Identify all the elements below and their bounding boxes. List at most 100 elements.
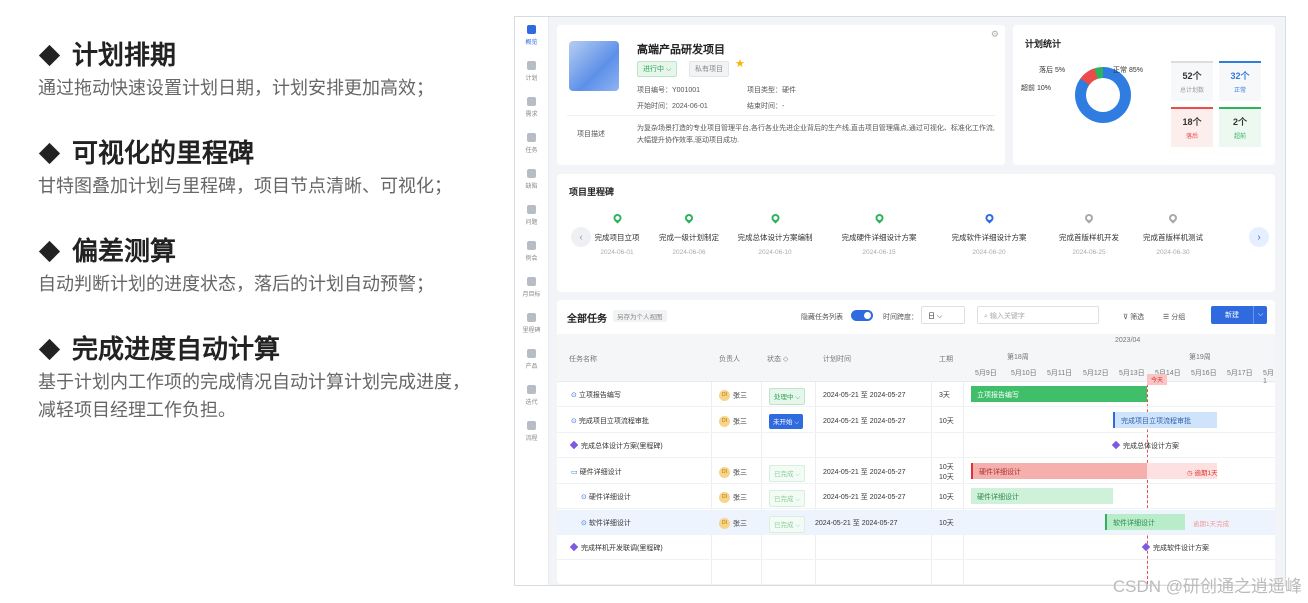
stats-donut-chart bbox=[1075, 67, 1131, 123]
feature-title: 偏差测算 bbox=[72, 236, 177, 266]
hide-list-toggle[interactable] bbox=[851, 310, 873, 321]
gear-icon[interactable]: ⚙ bbox=[991, 29, 999, 40]
project-info-card: 高端产品研发项目 进行中 ⌵ 私有项目 ★ ⚙ 项目编号：Y001001 项目类… bbox=[557, 25, 1005, 165]
feature-desc: 基于计划内工作项的完成情况自动计算计划完成进度，减轻项目经理工作负担。 bbox=[38, 372, 470, 420]
gantt-milestone[interactable]: 完成总体设计方案 bbox=[1111, 440, 1179, 451]
location-pin-icon bbox=[1167, 212, 1179, 224]
new-button[interactable]: 新建 ⌵ bbox=[1211, 306, 1267, 324]
flow-icon bbox=[527, 420, 536, 430]
feature-item: 偏差测算 自动判断计划的进度状态，落后的计划自动预警； bbox=[38, 234, 478, 298]
diamond-bullet-icon bbox=[38, 142, 61, 164]
table-row[interactable]: ⊙ 立项报告编写 DI 张三 处理中 ⌵ 2024-05-21 至 2024-05-27… bbox=[557, 382, 1275, 407]
gantt-bar[interactable]: 硬件详细设计 bbox=[971, 488, 1113, 504]
diamond-bullet-icon bbox=[38, 44, 61, 66]
col-owner[interactable]: 负责人 bbox=[719, 354, 740, 364]
requirements-icon bbox=[527, 96, 536, 106]
day-label: 5月11日 bbox=[1047, 370, 1073, 377]
table-row[interactable]: 完成总体设计方案(里程碑) 完成总体设计方案 bbox=[557, 433, 1275, 458]
filter-button[interactable]: ⊽ 筛选 bbox=[1123, 312, 1144, 322]
search-input[interactable]: ⌕ 输入关键字 bbox=[977, 306, 1099, 324]
feature-title: 完成进度自动计算 bbox=[72, 334, 281, 364]
milestone-item[interactable]: 完成硬件详细设计方案 2024-06-15 bbox=[842, 212, 917, 256]
gantt-bar[interactable]: 立项报告编写 bbox=[971, 386, 1147, 402]
milestone-diamond-icon bbox=[569, 440, 579, 450]
project-start: 开始时间：2024-06-01 bbox=[637, 103, 708, 110]
status-select[interactable]: 已完成 ⌵ bbox=[769, 490, 806, 507]
sidebar-item-tasks[interactable]: 任务 bbox=[515, 125, 548, 161]
watermark: CSDN @研创通之逍遥峰 bbox=[1112, 577, 1302, 596]
table-row[interactable]: 完成样机开发联调(里程碑) 完成软件设计方案 bbox=[557, 535, 1275, 560]
sidebar-item-defects[interactable]: 缺陷 bbox=[515, 161, 548, 197]
diamond-bullet-icon bbox=[38, 338, 61, 360]
location-pin-icon bbox=[873, 212, 885, 224]
table-row[interactable]: ▭ 硬件详细设计 DI 张三 已完成 ⌵ 2024-05-21 至 2024-05-27… bbox=[557, 459, 1275, 484]
table-row[interactable]: ⊙ 完成项目立项流程审批 DI 张三 未开始 ⌵ 2024-05-21 至 2024-0… bbox=[557, 408, 1275, 433]
milestone-diamond-icon bbox=[1111, 440, 1121, 450]
sidebar-item-flow[interactable]: 流程 bbox=[515, 413, 548, 449]
plan-time-cell: 2024-05-21 至 2024-05-27 bbox=[815, 519, 898, 527]
plan-time-cell: 2024-05-21 至 2024-05-27 bbox=[823, 494, 906, 501]
avatar: DI bbox=[719, 517, 730, 529]
group-button[interactable]: ☰ 分组 bbox=[1163, 312, 1185, 322]
week-19-label: 第19周 bbox=[1189, 354, 1211, 361]
status-select[interactable]: 处理中 ⌵ bbox=[769, 388, 806, 405]
avatar: DI bbox=[719, 390, 730, 401]
day-label: 5月16日 bbox=[1191, 370, 1217, 377]
span-label: 时间跨度： bbox=[883, 314, 918, 321]
stat-normal: 32个 正常 bbox=[1219, 61, 1261, 101]
chevron-down-icon[interactable]: ⌵ bbox=[1253, 306, 1267, 324]
location-pin-icon: ⊙ bbox=[571, 417, 577, 425]
group-icon: ☰ bbox=[1163, 314, 1172, 321]
col-status[interactable]: 状态 ◇ bbox=[767, 354, 788, 364]
sidebar-item-milestones[interactable]: 里程碑 bbox=[515, 305, 548, 341]
table-row[interactable]: ⊙ 软件详细设计 DI 张三 已完成 ⌵ 2024-05-21 至 2024-05-27… bbox=[557, 509, 1275, 535]
save-view-button[interactable]: 另存为个人视图 bbox=[613, 310, 667, 322]
sidebar-item-plan[interactable]: 计划 bbox=[515, 53, 548, 89]
sidebar-item-monthly-goals[interactable]: 月目标 bbox=[515, 269, 548, 305]
task-name-cell: ⊙ 硬件详细设计 bbox=[581, 494, 631, 501]
star-icon[interactable]: ★ bbox=[735, 57, 745, 70]
sidebar-item-iterations[interactable]: 迭代 bbox=[515, 377, 548, 413]
folder-icon: ▭ bbox=[571, 468, 578, 476]
table-row[interactable]: ⊙ 硬件详细设计 DI 张三 已完成 ⌵ 2024-05-21 至 2024-05-27… bbox=[557, 484, 1275, 509]
prev-arrow-icon[interactable]: ‹ bbox=[571, 227, 591, 247]
task-name-cell: ⊙ 立项报告编写 bbox=[571, 392, 621, 399]
gantt-bar[interactable]: 完成项目立项流程审批 bbox=[1113, 411, 1217, 428]
feature-item: 可视化的里程碑 甘特图叠加计划与里程碑，项目节点清晰、可视化； bbox=[38, 136, 478, 200]
sidebar-item-meetings[interactable]: 例会 bbox=[515, 233, 548, 269]
col-plan-time[interactable]: 计划时间 bbox=[823, 354, 851, 364]
duration-cell: 10天 bbox=[939, 494, 954, 501]
milestone-item[interactable]: 完成一级计划制定 2024-06-06 bbox=[659, 212, 719, 256]
status-select[interactable]: 已完成 ⌵ bbox=[769, 515, 806, 533]
milestone-item[interactable]: 完成总体设计方案编制 2024-06-10 bbox=[738, 212, 813, 256]
duration-cell: 3天 bbox=[939, 392, 950, 399]
milestone-item[interactable]: 完成首版样机开发 2024-06-25 bbox=[1059, 212, 1119, 256]
sidebar-item-products[interactable]: 产品 bbox=[515, 341, 548, 377]
gantt-bar[interactable]: 软件详细设计 bbox=[1105, 513, 1185, 530]
location-pin-icon bbox=[1083, 212, 1095, 224]
stat-ahead: 2个 超前 bbox=[1219, 107, 1261, 147]
milestone-item[interactable]: 完成首版样机测试 2024-06-30 bbox=[1143, 212, 1203, 256]
sidebar-item-overview[interactable]: 概览 bbox=[515, 17, 548, 53]
col-duration[interactable]: 工期 bbox=[939, 354, 953, 364]
status-select[interactable]: 已完成 ⌵ bbox=[769, 464, 806, 482]
iteration-icon bbox=[527, 384, 536, 394]
status-select[interactable]: 未开始 ⌵ bbox=[769, 413, 804, 429]
col-task-name[interactable]: 任务名称 bbox=[569, 354, 597, 364]
feature-desc: 甘特图叠加计划与里程碑，项目节点清晰、可视化； bbox=[38, 176, 452, 196]
sidebar: 概览 计划 需求 任务 缺陷 问题 例会 月目标 里程碑 产品 迭代 流程 bbox=[515, 17, 549, 585]
span-select[interactable]: 日 ⌵ bbox=[921, 306, 965, 324]
gantt-milestone[interactable]: 完成软件设计方案 bbox=[1141, 542, 1209, 553]
sidebar-item-requirements[interactable]: 需求 bbox=[515, 89, 548, 125]
desc-label: 项目描述 bbox=[577, 131, 605, 138]
feature-title: 可视化的里程碑 bbox=[72, 138, 255, 168]
next-arrow-icon[interactable]: › bbox=[1249, 227, 1269, 247]
milestone-item[interactable]: 完成项目立项 2024-06-01 bbox=[595, 212, 640, 256]
divider bbox=[567, 115, 995, 116]
stat-total: 52个 总计划数 bbox=[1171, 61, 1213, 101]
sidebar-item-issues[interactable]: 问题 bbox=[515, 197, 548, 233]
milestone-item[interactable]: 完成软件详细设计方案 2024-06-20 bbox=[952, 212, 1027, 256]
gantt-bar[interactable]: 硬件详细设计 bbox=[971, 462, 1147, 479]
status-dropdown[interactable]: 进行中 ⌵ bbox=[637, 61, 678, 77]
owner-cell: DI 张三 bbox=[719, 390, 747, 401]
